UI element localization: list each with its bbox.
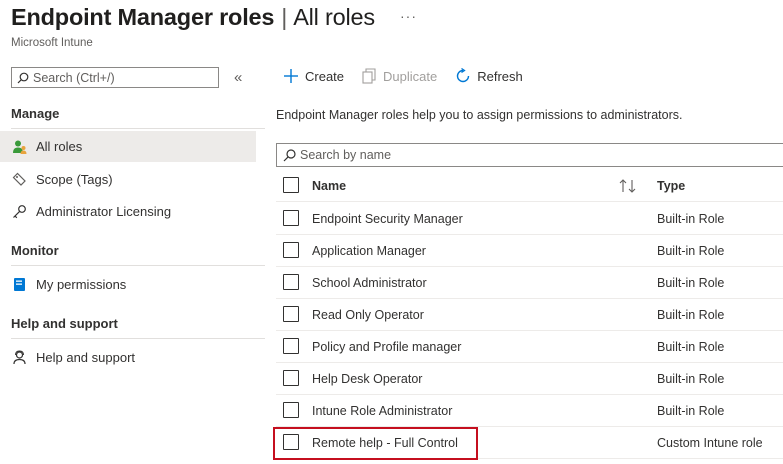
tag-icon [11,171,28,188]
sidebar-item-label: Scope (Tags) [36,172,113,187]
role-type: Built-in Role [657,275,725,290]
key-icon [11,203,28,220]
refresh-icon [457,68,470,83]
sort-icon[interactable] [619,179,637,196]
nav-divider [11,128,265,129]
refresh-button[interactable]: Refresh [455,68,523,84]
duplicate-label: Duplicate [383,68,438,84]
search-placeholder: Search by name [300,148,392,162]
role-type: Custom Intune role [657,435,763,450]
users-icon [11,138,28,155]
page-title-section: All roles [293,4,375,30]
page-description: Endpoint Manager roles help you to assig… [276,108,683,122]
search-icon [17,72,29,83]
plus-icon [284,69,298,83]
select-all-checkbox[interactable] [283,177,299,193]
sidebar-item-all-roles[interactable]: All roles [0,131,256,162]
refresh-label: Refresh [477,68,523,84]
support-person-icon [11,349,28,366]
column-header-type[interactable]: Type [657,179,685,193]
role-name[interactable]: Policy and Profile manager [312,340,461,354]
more-options-button[interactable]: ··· [400,8,417,24]
nav-section-monitor: Monitor [11,243,59,258]
role-name[interactable]: Intune Role Administrator [312,404,452,418]
role-name[interactable]: Application Manager [312,244,426,258]
sidebar-item-my-permissions[interactable]: My permissions [0,269,256,300]
column-header-name[interactable]: Name [312,179,346,193]
table-header: Name Type [276,170,783,202]
command-bar: Create Duplicate Refresh [283,68,541,84]
page-header: Endpoint Manager roles | All roles [11,4,375,31]
role-type: Built-in Role [657,403,725,418]
sidebar-item-help-and-support[interactable]: Help and support [0,342,256,373]
copy-icon [362,68,376,84]
role-type: Built-in Role [657,339,725,354]
role-type: Built-in Role [657,307,725,322]
role-type: Built-in Role [657,243,725,258]
table-row[interactable]: Policy and Profile manager Built-in Role [276,331,783,363]
sidebar-item-label: All roles [36,139,83,154]
search-icon [283,148,296,161]
nav-section-manage: Manage [11,106,60,121]
row-checkbox[interactable] [283,242,299,258]
nav-divider [11,338,265,339]
highlight-box [273,427,478,460]
role-name[interactable]: Read Only Operator [312,308,424,322]
nav-divider [11,265,265,266]
role-name[interactable]: Endpoint Security Manager [312,212,463,226]
sidebar-item-label: Help and support [36,350,136,365]
sidebar-item-label: My permissions [36,277,127,292]
page-subtitle: Microsoft Intune [11,37,93,49]
create-label: Create [305,68,345,84]
role-type: Built-in Role [657,211,725,226]
sidebar-item-label: Administrator Licensing [36,204,172,219]
row-checkbox[interactable] [283,306,299,322]
sidebar-search-input[interactable]: Search (Ctrl+/) [11,67,219,88]
row-checkbox[interactable] [283,274,299,290]
role-name[interactable]: School Administrator [312,276,427,290]
create-button[interactable]: Create [283,68,344,84]
table-row[interactable]: Help Desk Operator Built-in Role [276,363,783,395]
row-checkbox[interactable] [283,338,299,354]
sidebar-search-placeholder: Search (Ctrl+/) [33,70,115,85]
table-row[interactable]: Read Only Operator Built-in Role [276,299,783,331]
role-type: Built-in Role [657,371,725,386]
row-checkbox[interactable] [283,402,299,418]
duplicate-button[interactable]: Duplicate [362,68,437,84]
collapse-sidebar-button[interactable]: « [234,69,242,86]
title-separator: | [281,4,288,30]
nav-section-help: Help and support [11,316,118,331]
search-by-name-input[interactable]: Search by name [276,143,783,167]
table-row[interactable]: Application Manager Built-in Role [276,235,783,267]
sidebar-item-administrator-licensing[interactable]: Administrator Licensing [0,196,256,227]
page-title-main: Endpoint Manager roles [11,4,275,30]
sidebar-item-scope-tags[interactable]: Scope (Tags) [0,164,256,195]
row-checkbox[interactable] [283,210,299,226]
table-row[interactable]: Endpoint Security Manager Built-in Role [276,203,783,235]
role-name[interactable]: Help Desk Operator [312,372,422,386]
table-row[interactable]: Intune Role Administrator Built-in Role [276,395,783,427]
row-checkbox[interactable] [283,370,299,386]
book-icon [11,276,28,293]
page-title: Endpoint Manager roles | All roles [11,4,375,31]
table-row[interactable]: School Administrator Built-in Role [276,267,783,299]
